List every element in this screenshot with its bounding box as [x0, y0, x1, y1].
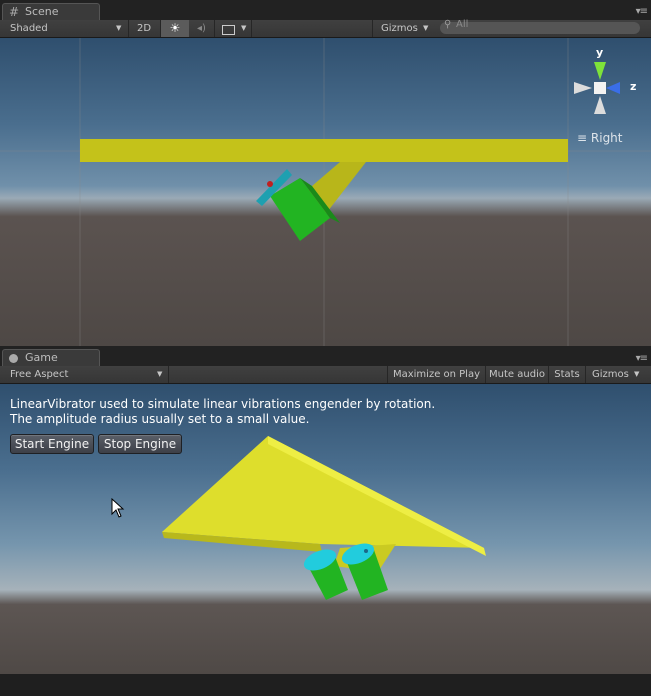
mute-audio-label: Mute audio: [489, 369, 545, 380]
grid-icon: #: [9, 5, 20, 19]
game-gizmos-label: Gizmos: [592, 369, 629, 380]
tab-game[interactable]: Game: [2, 349, 100, 366]
gizmos-label: Gizmos: [381, 23, 418, 34]
axis-z-label: z: [630, 80, 637, 93]
chevron-down-icon: ▼: [116, 24, 122, 32]
scene-toolbar: Shaded ▼ 2D ☀ ◂) ▼ Gizmos ▼ ⚲ All: [0, 19, 651, 38]
shading-mode-value: Shaded: [10, 23, 48, 34]
image-icon: [222, 25, 235, 35]
mouse-cursor-icon: [111, 498, 125, 518]
chevron-down-icon: ▼: [634, 370, 640, 378]
chevron-down-icon: ▼: [157, 370, 163, 378]
search-placeholder: All: [456, 19, 469, 30]
chevron-down-icon: ▼: [423, 24, 429, 32]
stats-label: Stats: [554, 369, 580, 380]
menu-icon: ≡: [577, 131, 588, 145]
audio-toggle[interactable]: ◂): [189, 20, 214, 37]
maximize-on-play-toggle[interactable]: Maximize on Play: [388, 366, 485, 383]
stop-engine-button[interactable]: Stop Engine: [98, 434, 182, 454]
axis-y-label: y: [596, 46, 604, 59]
start-engine-button[interactable]: Start Engine: [10, 434, 94, 454]
effects-dropdown[interactable]: ▼: [215, 20, 251, 37]
speaker-icon: ◂): [197, 23, 206, 34]
info-line-2: The amplitude radius usually set to a sm…: [10, 412, 310, 426]
mute-audio-toggle[interactable]: Mute audio: [486, 366, 548, 383]
shading-mode-dropdown[interactable]: Shaded ▼: [0, 20, 128, 37]
2d-toggle-label: 2D: [136, 23, 152, 34]
orientation-gizmo[interactable]: y z: [570, 46, 640, 118]
gizmos-dropdown[interactable]: Gizmos ▼: [373, 20, 433, 37]
game-panel-menu-icon[interactable]: ▾≡: [636, 353, 648, 364]
scene-viewport[interactable]: y z ≡ Right: [0, 38, 651, 346]
scene-panel-menu-icon[interactable]: ▾≡: [636, 6, 648, 17]
game-gizmos-dropdown[interactable]: Gizmos ▼: [586, 366, 642, 383]
sun-icon: ☀: [169, 21, 181, 35]
chevron-down-icon: ▼: [241, 24, 247, 32]
search-field[interactable]: ⚲ All: [440, 19, 640, 34]
view-direction-text: Right: [590, 131, 623, 145]
tab-scene-label: Scene: [25, 5, 59, 18]
tab-scene[interactable]: # Scene: [2, 3, 100, 20]
info-line-1: LinearVibrator used to simulate linear v…: [10, 397, 436, 411]
maximize-on-play-label: Maximize on Play: [392, 369, 481, 380]
search-icon: ⚲: [444, 19, 452, 30]
aspect-dropdown[interactable]: Free Aspect ▼: [0, 366, 168, 383]
scene-tab-bar: # Scene ▾≡: [0, 0, 651, 20]
game-viewport[interactable]: LinearVibrator used to simulate linear v…: [0, 384, 651, 674]
pacman-icon: [9, 354, 18, 363]
game-tab-bar: Game ▾≡: [0, 346, 651, 366]
view-direction-label[interactable]: ≡ Right: [577, 131, 623, 145]
tab-game-label: Game: [25, 351, 58, 364]
2d-toggle[interactable]: 2D: [129, 20, 159, 37]
game-toolbar: Free Aspect ▼ Maximize on Play Mute audi…: [0, 366, 651, 384]
aspect-value: Free Aspect: [10, 369, 69, 380]
stats-toggle[interactable]: Stats: [549, 366, 585, 383]
bottom-status-strip: [0, 674, 651, 696]
lighting-toggle[interactable]: ☀: [161, 20, 189, 37]
